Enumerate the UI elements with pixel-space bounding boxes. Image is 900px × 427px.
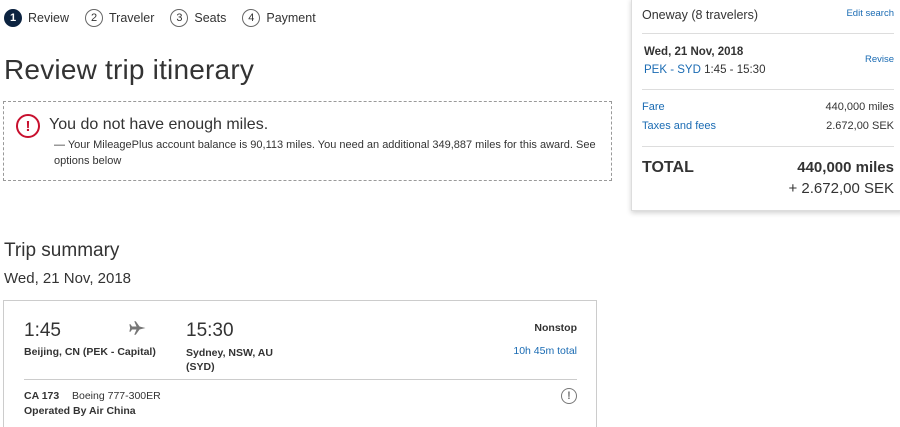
step-payment[interactable]: 4 Payment [242, 9, 316, 27]
trip-type: Oneway (8 travelers) [642, 8, 759, 22]
trip-summary-date: Wed, 21 Nov, 2018 [4, 270, 132, 287]
step-label: Payment [266, 11, 316, 25]
exclamation-circle-icon: ! [16, 114, 40, 138]
info-icon[interactable]: ! [561, 388, 577, 404]
taxes-label[interactable]: Taxes and fees [642, 120, 716, 132]
step-number: 3 [170, 9, 189, 27]
total-sek: + 2.672,00 SEK [788, 180, 895, 197]
divider [642, 146, 894, 147]
revise-link[interactable]: Revise [865, 54, 894, 65]
total-label: TOTAL [642, 159, 694, 176]
departure-city: Beijing, CN (PEK - Capital) [24, 346, 156, 358]
departure-time: 1:45 [24, 320, 61, 341]
taxes-value: 2.672,00 SEK [826, 120, 894, 132]
flight-number: CA 173 [24, 390, 60, 402]
alert-title: You do not have enough miles. [49, 116, 269, 133]
route-times: 1:45 - 15:30 [704, 64, 766, 76]
edit-search-link[interactable]: Edit search [846, 8, 894, 19]
trip-summary-heading: Trip summary [4, 240, 120, 261]
step-traveler[interactable]: 2 Traveler [85, 9, 154, 27]
step-label: Traveler [109, 11, 155, 25]
step-number: 4 [242, 9, 261, 27]
arrival-time: 15:30 [186, 320, 234, 341]
panel-route: PEK - SYD 1:45 - 15:30 [644, 64, 765, 76]
step-review[interactable]: 1 Review [4, 9, 69, 27]
flight-card: 1:45 15:30 Beijing, CN (PEK - Capital) S… [3, 300, 597, 427]
divider [642, 33, 894, 34]
total-miles: 440,000 miles [797, 159, 894, 176]
divider [24, 379, 577, 380]
alert-detail: — Your MileagePlus account balance is 90… [54, 139, 596, 167]
fare-value: 440,000 miles [825, 101, 895, 113]
step-seats[interactable]: 3 Seats [170, 9, 226, 27]
stops-label: Nonstop [534, 322, 577, 334]
step-number: 1 [4, 9, 22, 27]
divider [642, 89, 894, 90]
insufficient-miles-alert: ! You do not have enough miles. — Your M… [3, 101, 612, 181]
page-title: Review trip itinerary [4, 54, 255, 85]
price-summary-panel: Oneway (8 travelers) Edit search Wed, 21… [631, 0, 900, 211]
panel-date: Wed, 21 Nov, 2018 [644, 46, 744, 58]
operated-by: Operated By Air China [24, 405, 136, 417]
route-link[interactable]: PEK - SYD [644, 64, 701, 76]
step-label: Seats [194, 11, 227, 25]
duration-link[interactable]: 10h 45m total [513, 345, 577, 357]
step-label: Review [28, 11, 69, 25]
step-number: 2 [85, 9, 103, 27]
arrival-city: Sydney, NSW, AU (SYD) [186, 347, 273, 373]
airplane-icon [129, 321, 146, 335]
aircraft-type: Boeing 777-300ER [72, 390, 161, 402]
booking-steps: 1 Review 2 Traveler 3 Seats 4 Payment [4, 9, 332, 27]
fare-label[interactable]: Fare [642, 101, 665, 113]
